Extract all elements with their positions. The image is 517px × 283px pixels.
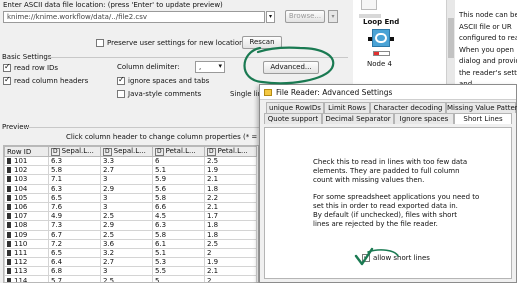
annotation-stroke: [367, 249, 399, 257]
annotation-overlay: [243, 46, 399, 266]
annotation-circle: [243, 46, 335, 85]
